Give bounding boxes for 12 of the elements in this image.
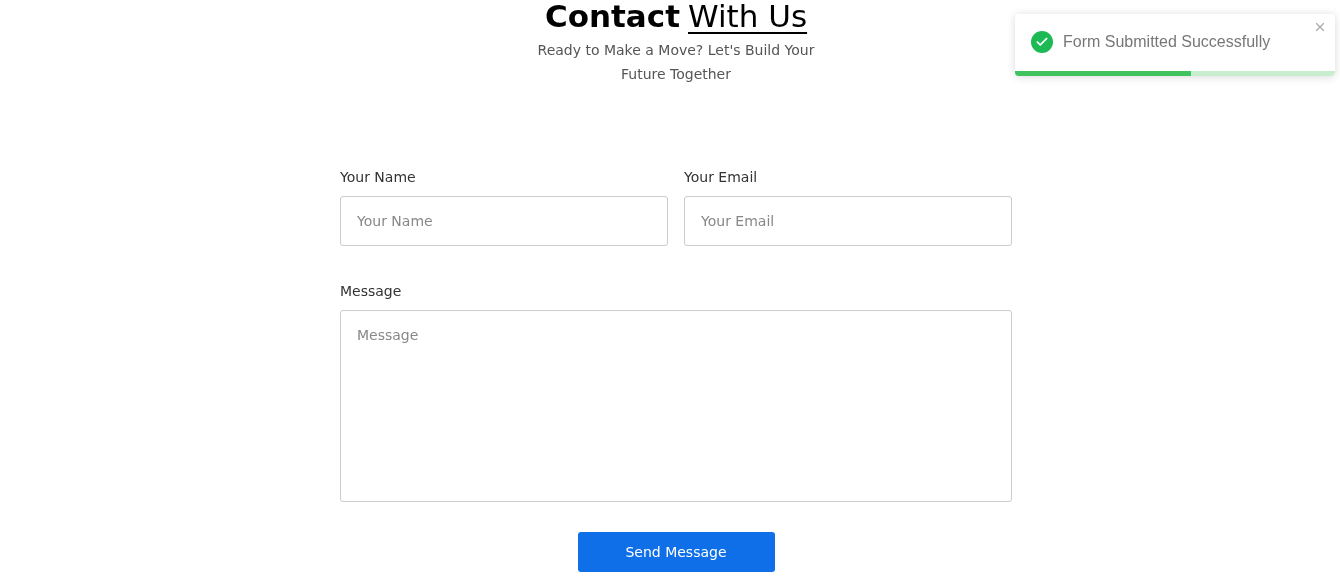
field-label: Message xyxy=(340,282,403,300)
input-field[interactable]: Your Name xyxy=(340,196,668,246)
close-icon[interactable] xyxy=(1313,20,1327,34)
subtitle: Ready to Make a Move? Let's Build Your Future Together xyxy=(536,41,816,84)
toast-message: Form Submitted Successfully xyxy=(1063,33,1271,51)
field-label: Your Email xyxy=(684,168,759,186)
check-icon xyxy=(1031,31,1053,53)
input-field[interactable]: Your Email xyxy=(684,196,1012,246)
send-button[interactable]: Send Message xyxy=(577,532,775,572)
heading: Contact xyxy=(544,0,680,32)
field-label: Your Name xyxy=(340,168,417,186)
message-field[interactable]: Message xyxy=(340,310,1012,502)
